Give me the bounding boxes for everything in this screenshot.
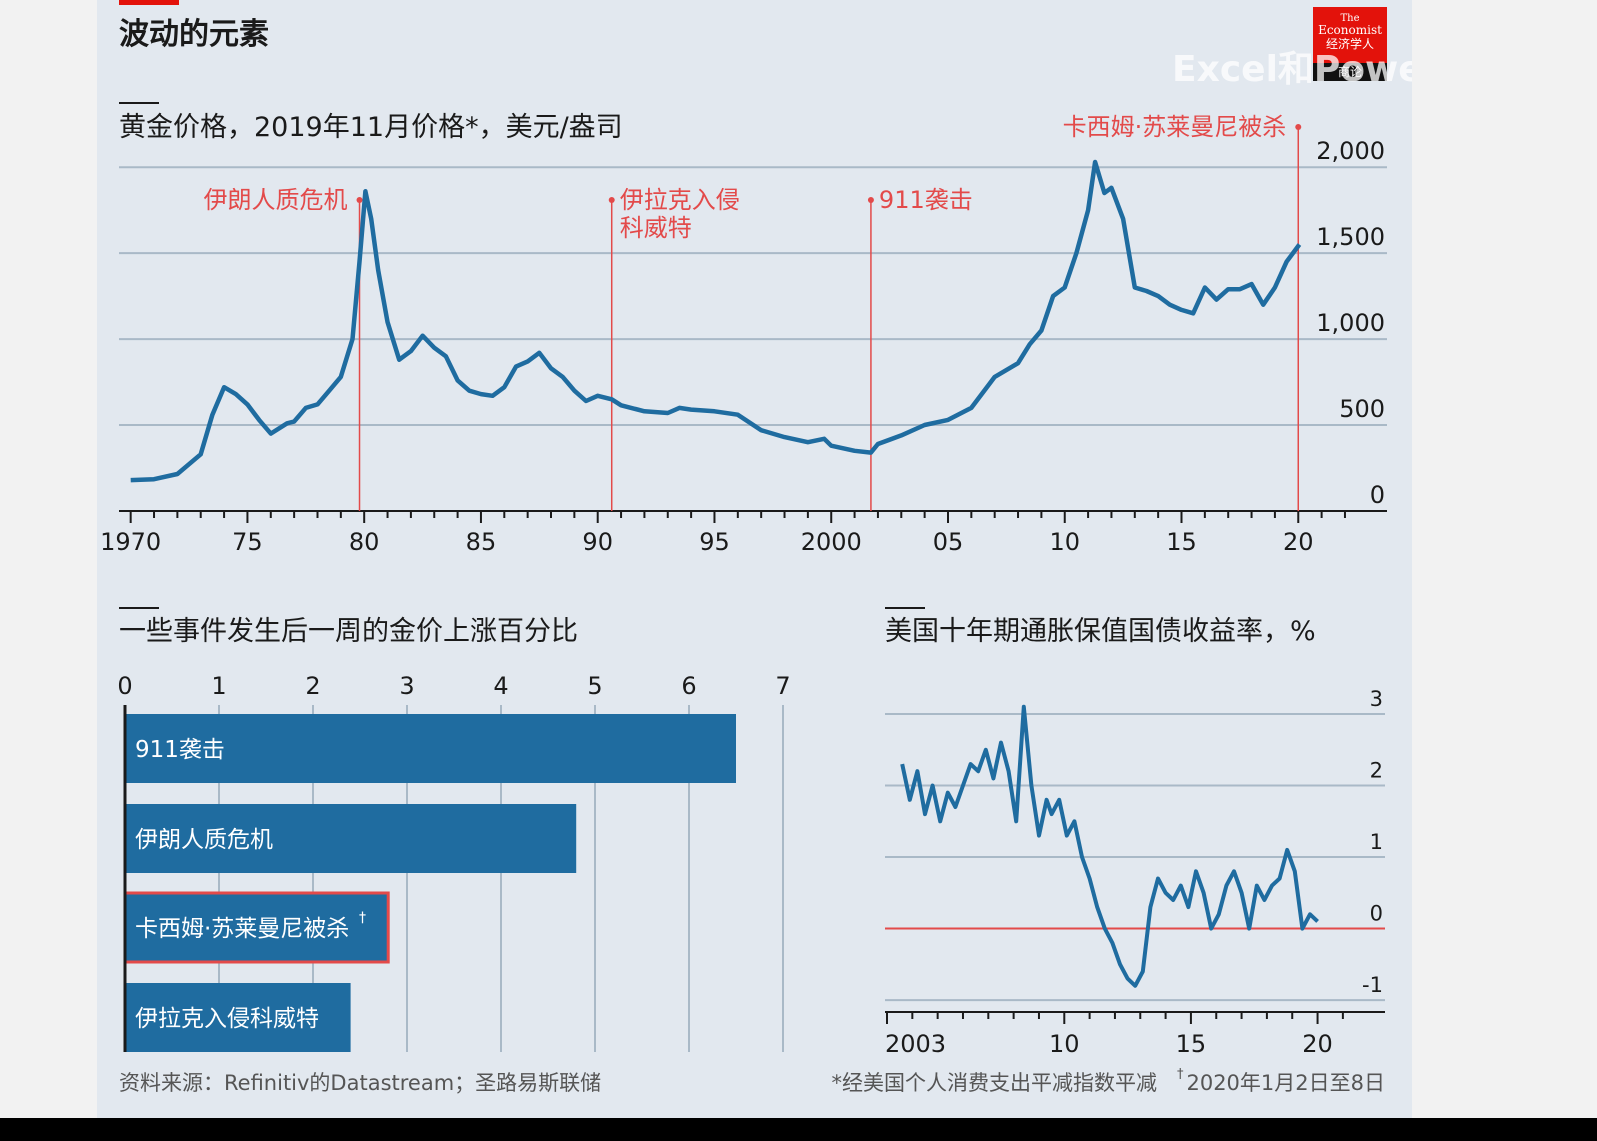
x-tick-label: 20 <box>1302 1030 1333 1058</box>
y-tick-label: 0 <box>1370 902 1383 926</box>
gold-price-chart: 黄金价格，2019年11月价格*，美元/盎司 0 500 1,000 1,500 2,00… <box>100 102 1387 556</box>
date-range-note: 2020年1月2日至8日 <box>1186 1071 1385 1095</box>
tips-chart-title: 美国十年期通胀保值国债收益率，% <box>885 616 1316 647</box>
annotation-label-2: 科威特 <box>620 214 692 242</box>
y-tick-label: 1,500 <box>1316 223 1385 251</box>
x-tick-label: 80 <box>349 528 380 556</box>
annotation-label: 伊朗人质危机 <box>204 186 348 214</box>
bar-label: 911袭击 <box>135 737 225 763</box>
x-tick-label: 1 <box>211 672 226 700</box>
tips-yield-line <box>900 704 1319 988</box>
x-tick-label: 2 <box>305 672 320 700</box>
annotation-dot <box>608 197 615 203</box>
page-title: 波动的元素 <box>119 17 269 52</box>
x-tick-label: 15 <box>1166 528 1197 556</box>
annotation-label: 卡西姆·苏莱曼尼被杀 <box>1063 113 1287 141</box>
gold-chart-title: 黄金价格，2019年11月价格*，美元/盎司 <box>119 112 623 143</box>
y-tick-label: 1 <box>1370 830 1383 854</box>
x-tick-label: 7 <box>775 672 790 700</box>
bottom-bar <box>0 1118 1597 1141</box>
tips-yield-chart: 美国十年期通胀保值国债收益率，%3210-12003 10 15 20 <box>885 607 1385 1058</box>
y-tick-label: 3 <box>1370 687 1383 711</box>
x-tick-label: 90 <box>582 528 613 556</box>
annotation-dot <box>356 197 363 203</box>
deflator-note: *经美国个人消费支出平减指数平减 <box>832 1071 1158 1095</box>
y-tick-label: -1 <box>1362 973 1383 997</box>
bar-chart-title: 一些事件发生后一周的金价上涨百分比 <box>119 616 578 647</box>
source-note: 资料来源：Refinitiv的Datastream；圣路易斯联储 <box>119 1071 601 1095</box>
y-tick-label: 2,000 <box>1316 137 1385 165</box>
annotation-dot <box>867 197 874 203</box>
annotation-label: 伊拉克入侵 <box>620 186 740 214</box>
y-tick-label: 2 <box>1370 759 1383 783</box>
bar-dagger: † <box>359 910 366 926</box>
chart-page: The Economist 经济学人 商论 Excel和PowerBI聚焦 波动… <box>97 0 1412 1118</box>
x-tick-label: 10 <box>1049 528 1080 556</box>
x-tick-label: 1970 <box>100 528 161 556</box>
x-tick-label: 0 <box>117 672 132 700</box>
x-tick-label: 2000 <box>801 528 862 556</box>
dagger-mark: † <box>1177 1067 1184 1082</box>
x-tick-label: 2003 <box>885 1030 946 1058</box>
x-tick-label: 10 <box>1049 1030 1080 1058</box>
x-tick-label: 20 <box>1283 528 1314 556</box>
x-tick-label: 15 <box>1176 1030 1207 1058</box>
bar-label: 卡西姆·苏莱曼尼被杀 <box>135 916 349 942</box>
x-tick-label: 4 <box>493 672 508 700</box>
annotation-label: 911袭击 <box>879 186 973 214</box>
y-tick-label: 0 <box>1370 481 1385 509</box>
x-tick-label: 95 <box>699 528 730 556</box>
x-tick-label: 05 <box>933 528 964 556</box>
bar-label: 伊朗人质危机 <box>135 827 273 853</box>
y-tick-label: 1,000 <box>1316 309 1385 337</box>
x-tick-label: 85 <box>466 528 497 556</box>
x-tick-label: 5 <box>587 672 602 700</box>
x-tick-label: 6 <box>681 672 696 700</box>
x-tick-label: 3 <box>399 672 414 700</box>
bar-label: 伊拉克入侵科威特 <box>135 1006 319 1032</box>
y-tick-label: 500 <box>1339 395 1385 423</box>
gold-rise-bar-chart: 一些事件发生后一周的金价上涨百分比 0 1 2 3 4 5 6 7 911袭击伊朗人质危机卡西姆·… <box>117 607 791 1052</box>
annotation-dot <box>1295 124 1302 130</box>
chart-canvas: 波动的元素 黄金价格，2019年11月价格*，美元/盎司05001,0001,5… <box>100 17 1387 1095</box>
x-tick-label: 75 <box>232 528 263 556</box>
